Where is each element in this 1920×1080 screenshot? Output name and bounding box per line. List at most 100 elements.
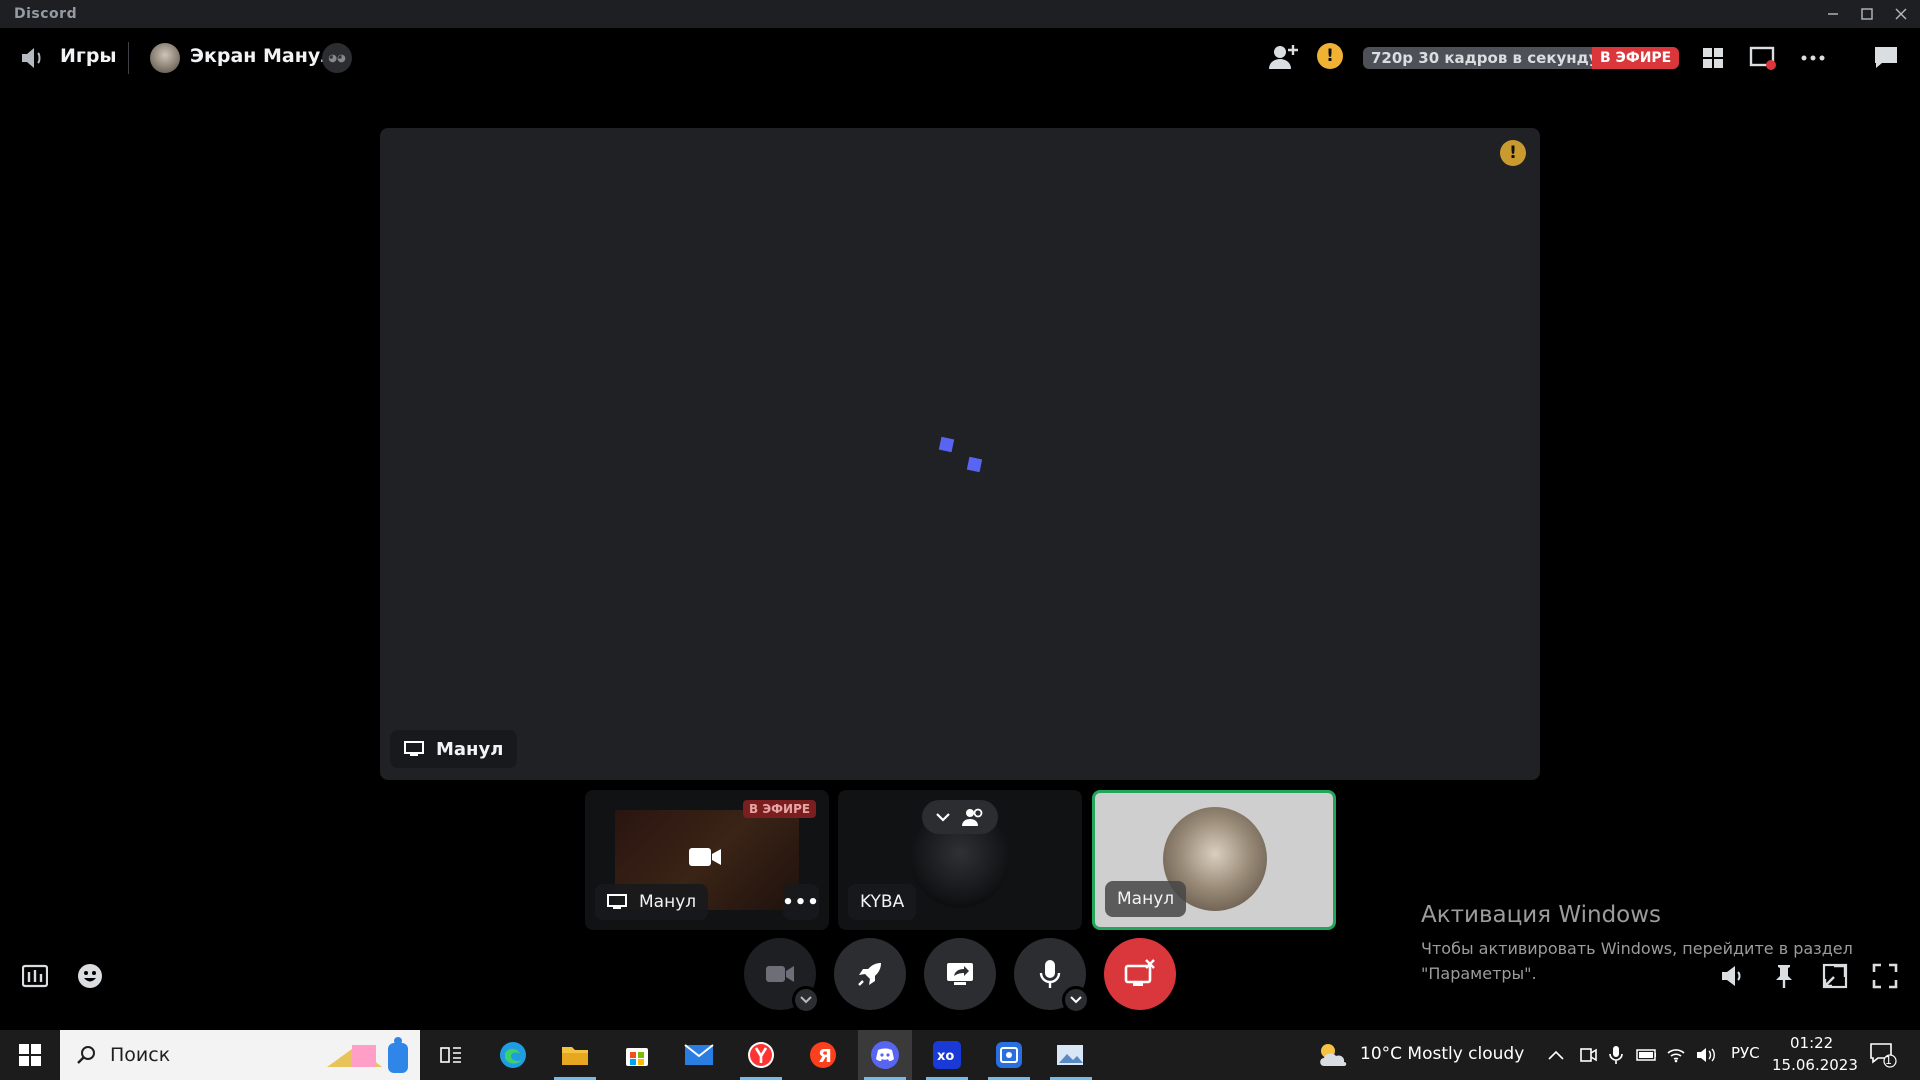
start-button[interactable] (8, 1030, 52, 1080)
store-icon (626, 1048, 648, 1066)
activity-panel-icon[interactable] (20, 962, 50, 990)
clock-time[interactable]: 01:22 (1790, 1034, 1833, 1052)
notification-center-icon[interactable]: 1 (1868, 1042, 1898, 1068)
battery-icon[interactable] (1636, 1045, 1656, 1065)
windows-logo-icon (19, 1044, 41, 1066)
camera-options-button[interactable] (792, 986, 820, 1014)
participant-tile-stream[interactable]: В ЭФИРЕ Манул ••• (585, 790, 829, 930)
close-icon[interactable] (1884, 0, 1918, 28)
activation-title: Активация Windows (1421, 902, 1662, 928)
tile-more-button[interactable]: ••• (782, 884, 819, 920)
app-title: Discord (14, 6, 78, 22)
taskbar-capture-app[interactable] (982, 1030, 1036, 1080)
windows-activation-notice: Активация Windows Чтобы активировать Win… (1421, 902, 1853, 986)
stream-label-text: Манул (436, 738, 504, 760)
live-badge: В ЭФИРЕ (1592, 47, 1680, 69)
tray-camera-icon[interactable] (1578, 1045, 1598, 1065)
weather-icon (1320, 1044, 1347, 1066)
chat-icon[interactable] (1872, 44, 1900, 70)
microphone-options-button[interactable] (1062, 986, 1090, 1014)
task-view-icon (440, 1047, 461, 1063)
tile-label: KYBA (848, 884, 917, 920)
people-icon[interactable] (961, 807, 985, 827)
taskbar-mail[interactable] (672, 1030, 726, 1080)
voice-channel-icon (20, 46, 46, 70)
video-camera-icon (766, 966, 794, 982)
mail-icon (684, 1044, 714, 1065)
task-view-button[interactable] (424, 1030, 478, 1080)
video-camera-icon (689, 848, 721, 866)
svg-text:Я: Я (818, 1046, 832, 1067)
stream-stage[interactable]: ! Манул (380, 128, 1540, 780)
microphone-button[interactable] (1014, 938, 1090, 1014)
taskbar-xo-app[interactable]: xo (920, 1030, 974, 1080)
monitor-icon (607, 894, 627, 909)
more-options-icon[interactable] (1798, 46, 1828, 70)
taskbar-yandex[interactable]: Я (796, 1030, 850, 1080)
search-icon (77, 1046, 95, 1064)
viewer-avatar[interactable]: ◕◕ (322, 43, 352, 73)
taskbar-photos[interactable] (1044, 1030, 1098, 1080)
edge-icon (500, 1042, 526, 1068)
channel-name[interactable]: Игры (60, 45, 117, 67)
tile-label: Манул (595, 884, 709, 920)
weather-text[interactable]: 10°C Mostly cloudy (1360, 1044, 1524, 1064)
tray-microphone-icon[interactable] (1606, 1045, 1626, 1065)
share-screen-icon (947, 963, 973, 985)
minimize-icon[interactable] (1816, 0, 1850, 28)
speaker-icon[interactable] (1696, 1045, 1716, 1065)
live-badge-mini: В ЭФИРЕ (743, 800, 817, 818)
taskbar-discord[interactable] (858, 1030, 912, 1080)
taskbar-search[interactable]: Поиск (60, 1030, 420, 1080)
discord-icon (871, 1041, 899, 1069)
activation-line-1: Чтобы активировать Windows, перейдите в … (1421, 939, 1853, 958)
share-screen-button[interactable] (924, 938, 996, 1010)
stream-title: Экран Манул (190, 45, 335, 67)
activities-button[interactable] (834, 938, 906, 1010)
streamer-avatar (150, 43, 180, 73)
tray-expand-icon[interactable] (1546, 1045, 1566, 1065)
title-bar: Discord (0, 0, 1920, 28)
tile-label: Манул (1105, 881, 1187, 917)
monitor-icon (404, 741, 424, 756)
language-indicator[interactable]: РУС (1731, 1044, 1760, 1062)
svg-text:xo: xo (937, 1049, 954, 1064)
yandex-icon: Я (810, 1042, 836, 1068)
maximize-icon[interactable] (1850, 0, 1884, 28)
taskbar-store[interactable] (610, 1030, 664, 1080)
taskbar-yandex-browser[interactable] (734, 1030, 788, 1080)
stream-quality-badge: 720p 30 кадров в секунду (1363, 47, 1607, 69)
participant-toggle[interactable] (922, 800, 998, 834)
wifi-icon[interactable] (1666, 1045, 1686, 1065)
taskbar-explorer[interactable] (548, 1030, 602, 1080)
emoji-icon[interactable] (75, 962, 105, 990)
leave-call-icon (1124, 959, 1155, 986)
warning-icon[interactable]: ! (1317, 43, 1343, 69)
stream-warning-icon[interactable]: ! (1500, 140, 1526, 166)
stream-label: Манул (390, 730, 518, 768)
xo-app-icon: xo (933, 1041, 961, 1069)
capture-app-icon (996, 1042, 1022, 1068)
yandex-browser-icon (748, 1042, 774, 1068)
participant-tile-manul[interactable]: Манул (1092, 790, 1336, 930)
call-header: Игры Экран Манул ◕◕ ! 720p 30 кадров в с… (0, 28, 1920, 88)
clock-date[interactable]: 15.06.2023 (1772, 1056, 1858, 1074)
chevron-down-icon[interactable] (935, 812, 950, 822)
search-placeholder: Поиск (110, 1044, 171, 1066)
rocket-icon (858, 963, 881, 986)
search-highlight-icon (327, 1037, 408, 1073)
invite-user-icon[interactable] (1268, 42, 1298, 72)
grid-layout-icon[interactable] (1700, 45, 1726, 71)
popout-stream-icon[interactable] (1748, 44, 1778, 72)
microphone-icon (1039, 960, 1061, 988)
folder-icon (562, 1047, 588, 1065)
taskbar-edge[interactable] (486, 1030, 540, 1080)
disconnect-button[interactable] (1104, 938, 1176, 1010)
camera-button[interactable] (744, 938, 820, 1014)
chevron-down-icon (800, 996, 812, 1004)
tile-label-text: Манул (639, 892, 697, 912)
notification-count: 1 (1885, 1054, 1892, 1067)
participant-tile-kyba[interactable]: KYBA (838, 790, 1082, 930)
chevron-down-icon (1070, 996, 1082, 1004)
fullscreen-icon[interactable] (1870, 962, 1900, 990)
